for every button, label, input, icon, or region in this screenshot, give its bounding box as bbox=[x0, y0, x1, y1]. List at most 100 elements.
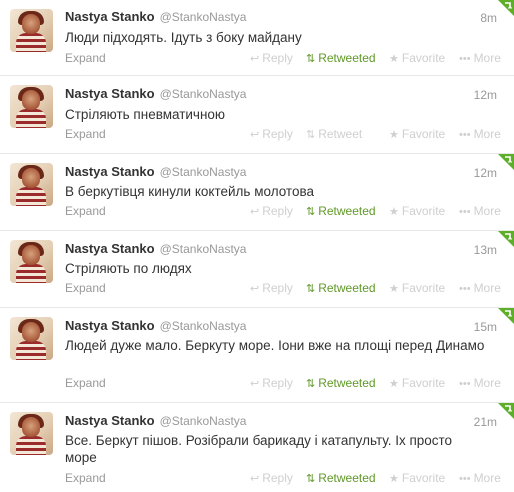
retweet-button[interactable]: ⇅ Retweeted bbox=[306, 51, 376, 65]
more-label: More bbox=[473, 204, 501, 218]
more-button[interactable]: ••• More bbox=[459, 204, 501, 218]
author-name[interactable]: Nastya Stanko bbox=[65, 164, 155, 179]
timestamp[interactable]: 12m bbox=[474, 88, 497, 102]
author-handle[interactable]: @StankoNastya bbox=[160, 414, 247, 428]
retweet-arrows-icon: ⇅ bbox=[306, 283, 316, 295]
star-icon: ★ bbox=[389, 53, 399, 65]
favorite-button[interactable]: ★ Favorite bbox=[389, 376, 445, 390]
favorite-button[interactable]: ★ Favorite bbox=[389, 204, 445, 218]
favorite-button[interactable]: ★ Favorite bbox=[389, 471, 445, 485]
more-label: More bbox=[473, 51, 501, 65]
tweet-author[interactable]: Nastya Stanko @StankoNastya bbox=[65, 164, 246, 179]
expand-link[interactable]: Expand bbox=[65, 204, 106, 218]
reply-arrow-icon: ↩ bbox=[250, 283, 260, 295]
timestamp[interactable]: 8m bbox=[480, 11, 497, 25]
retweet-button[interactable]: ⇅ Retweeted bbox=[306, 471, 376, 485]
more-button[interactable]: ••• More bbox=[459, 471, 501, 485]
more-button[interactable]: ••• More bbox=[459, 281, 501, 295]
author-handle[interactable]: @StankoNastya bbox=[160, 319, 247, 333]
author-name[interactable]: Nastya Stanko bbox=[65, 413, 155, 428]
tweet-item[interactable]: Nastya Stanko @StankoNastya 12m В беркуті… bbox=[0, 154, 514, 231]
favorite-button[interactable]: ★ Favorite bbox=[389, 281, 445, 295]
avatar[interactable] bbox=[10, 163, 53, 206]
retweeted-corner-icon bbox=[498, 308, 514, 324]
star-icon: ★ bbox=[389, 206, 399, 218]
star-icon: ★ bbox=[389, 378, 399, 390]
author-name[interactable]: Nastya Stanko bbox=[65, 86, 155, 101]
retweet-arrows-icon: ⇅ bbox=[306, 378, 316, 390]
star-icon: ★ bbox=[389, 473, 399, 485]
author-name[interactable]: Nastya Stanko bbox=[65, 9, 155, 24]
retweeted-corner-icon bbox=[498, 231, 514, 247]
favorite-label: Favorite bbox=[401, 127, 446, 141]
author-name[interactable]: Nastya Stanko bbox=[65, 241, 155, 256]
retweet-button[interactable]: ⇅ Retweet bbox=[306, 127, 362, 141]
avatar[interactable] bbox=[10, 9, 53, 52]
avatar[interactable] bbox=[10, 317, 53, 360]
more-label: More bbox=[473, 376, 501, 390]
author-name[interactable]: Nastya Stanko bbox=[65, 318, 155, 333]
author-handle[interactable]: @StankoNastya bbox=[160, 10, 247, 24]
timestamp[interactable]: 21m bbox=[474, 415, 497, 429]
reply-button[interactable]: ↩ Reply bbox=[250, 51, 293, 65]
expand-link[interactable]: Expand bbox=[65, 376, 106, 390]
tweet-author[interactable]: Nastya Stanko @StankoNastya bbox=[65, 9, 246, 24]
avatar[interactable] bbox=[10, 85, 53, 128]
avatar[interactable] bbox=[10, 240, 53, 283]
more-button[interactable]: ••• More bbox=[459, 127, 501, 141]
timestamp[interactable]: 12m bbox=[474, 166, 497, 180]
tweet-author[interactable]: Nastya Stanko @StankoNastya bbox=[65, 413, 246, 428]
reply-label: Reply bbox=[262, 471, 293, 485]
tweet-item[interactable]: Nastya Stanko @StankoNastya 8m Люди підхо… bbox=[0, 0, 514, 76]
avatar[interactable] bbox=[10, 412, 53, 455]
retweet-button[interactable]: ⇅ Retweeted bbox=[306, 281, 376, 295]
tweet-author[interactable]: Nastya Stanko @StankoNastya bbox=[65, 86, 246, 101]
retweeted-corner-icon bbox=[498, 0, 514, 16]
tweet-text: В беркутівця кинули коктейль молотова bbox=[65, 184, 314, 199]
reply-button[interactable]: ↩ Reply bbox=[250, 376, 293, 390]
reply-button[interactable]: ↩ Reply bbox=[250, 471, 293, 485]
reply-button[interactable]: ↩ Reply bbox=[250, 281, 293, 295]
retweet-label: Retweet bbox=[318, 127, 363, 141]
expand-link[interactable]: Expand bbox=[65, 471, 106, 485]
reply-arrow-icon: ↩ bbox=[250, 53, 260, 65]
retweet-label: Retweeted bbox=[318, 204, 376, 218]
timestamp[interactable]: 13m bbox=[474, 243, 497, 257]
tweet-item[interactable]: Nastya Stanko @StankoNastya 12m Стріляють… bbox=[0, 76, 514, 154]
tweet-item[interactable]: Nastya Stanko @StankoNastya 21m Все. Берк… bbox=[0, 403, 514, 492]
tweet-item[interactable]: Nastya Stanko @StankoNastya 13m Стріляють… bbox=[0, 231, 514, 308]
more-label: More bbox=[473, 471, 501, 485]
author-handle[interactable]: @StankoNastya bbox=[160, 165, 247, 179]
tweet-text: Стріляють по людях bbox=[65, 261, 192, 276]
expand-link[interactable]: Expand bbox=[65, 127, 106, 141]
retweet-button[interactable]: ⇅ Retweeted bbox=[306, 376, 376, 390]
favorite-button[interactable]: ★ Favorite bbox=[389, 51, 445, 65]
timestamp[interactable]: 15m bbox=[474, 320, 497, 334]
tweet-author[interactable]: Nastya Stanko @StankoNastya bbox=[65, 318, 246, 333]
reply-label: Reply bbox=[262, 376, 293, 390]
tweet-item[interactable]: Nastya Stanko @StankoNastya 15m Людей дуж… bbox=[0, 308, 514, 403]
author-handle[interactable]: @StankoNastya bbox=[160, 87, 247, 101]
reply-arrow-icon: ↩ bbox=[250, 129, 260, 141]
retweet-label: Retweeted bbox=[318, 471, 376, 485]
reply-button[interactable]: ↩ Reply bbox=[250, 204, 293, 218]
retweet-label: Retweeted bbox=[318, 281, 376, 295]
tweet-text: Люди підходять. Ідуть з боку майдану bbox=[65, 30, 302, 45]
author-handle[interactable]: @StankoNastya bbox=[160, 242, 247, 256]
tweet-text: Все. Беркут пішов. Розібрали барикаду і … bbox=[65, 433, 453, 465]
tweet-author[interactable]: Nastya Stanko @StankoNastya bbox=[65, 241, 246, 256]
favorite-button[interactable]: ★ Favorite bbox=[389, 127, 445, 141]
more-button[interactable]: ••• More bbox=[459, 376, 501, 390]
reply-arrow-icon: ↩ bbox=[250, 206, 260, 218]
reply-button[interactable]: ↩ Reply bbox=[250, 127, 293, 141]
retweet-button[interactable]: ⇅ Retweeted bbox=[306, 204, 376, 218]
expand-link[interactable]: Expand bbox=[65, 51, 106, 65]
dots-icon: ••• bbox=[459, 378, 471, 390]
expand-link[interactable]: Expand bbox=[65, 281, 106, 295]
retweeted-corner-icon bbox=[498, 403, 514, 419]
retweet-arrows-icon: ⇅ bbox=[306, 53, 316, 65]
retweet-arrows-icon: ⇅ bbox=[306, 473, 316, 485]
more-label: More bbox=[473, 127, 501, 141]
reply-label: Reply bbox=[262, 127, 293, 141]
more-button[interactable]: ••• More bbox=[459, 51, 501, 65]
